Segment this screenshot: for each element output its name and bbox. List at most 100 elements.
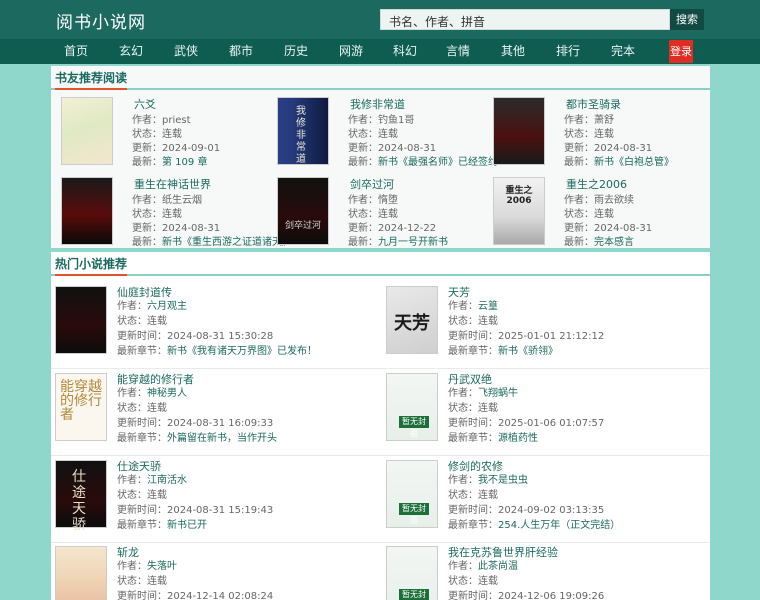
nav-item-lishi[interactable]: 历史 bbox=[276, 39, 316, 64]
login-button[interactable]: 登录 bbox=[669, 40, 693, 63]
updated-label: 更新时间： bbox=[117, 331, 167, 342]
status-value: 连载 bbox=[478, 403, 498, 414]
recommend-heading: 书友推荐阅读 bbox=[51, 66, 710, 90]
latest-label: 最新章节： bbox=[117, 346, 167, 357]
no-cover-label: 暂无封面 bbox=[399, 589, 429, 600]
nav-item-xuanhuan[interactable]: 玄幻 bbox=[111, 39, 151, 64]
latest-label: 最新： bbox=[132, 237, 162, 248]
latest-label: 最新： bbox=[564, 237, 594, 248]
book-cover[interactable] bbox=[61, 97, 113, 165]
book-cover[interactable] bbox=[61, 177, 113, 245]
book-author: 作者：江南活水 bbox=[117, 471, 187, 486]
latest-chapter-link[interactable]: 完本感言 bbox=[594, 237, 634, 248]
cover-title-text: 能穿越的修行者 bbox=[60, 379, 102, 423]
latest-chapter-link[interactable]: 九月一号开新书 bbox=[378, 237, 448, 248]
author-link[interactable]: 神秘男人 bbox=[147, 388, 187, 399]
author-label: 作者： bbox=[117, 475, 147, 486]
nav-item-dushi[interactable]: 都市 bbox=[221, 39, 261, 64]
latest-chapter-link[interactable]: 254.人生万年（正文完结） bbox=[498, 520, 620, 531]
site-logo[interactable]: 阅书小说网 bbox=[56, 8, 146, 33]
book-status: 状态：连载 bbox=[448, 312, 498, 327]
book-updated: 更新时间：2024-09-02 03:13:35 bbox=[448, 501, 604, 516]
book-latest: 最新：新书《最强名师》已经签约 bbox=[348, 153, 498, 168]
latest-label: 最新： bbox=[132, 157, 162, 168]
book-cover[interactable]: 我修非常道 bbox=[277, 97, 329, 165]
book-status: 状态：连载 bbox=[448, 572, 498, 587]
nav-item-paihang[interactable]: 排行 bbox=[548, 39, 588, 64]
nav-item-qita[interactable]: 其他 bbox=[493, 39, 533, 64]
book-cover[interactable]: 剑卒过河 bbox=[277, 177, 329, 245]
updated-value: 2024-12-06 19:09:26 bbox=[498, 591, 605, 600]
author-link[interactable]: 六月观主 bbox=[147, 301, 187, 312]
book-cover[interactable]: 重生之2006 bbox=[493, 177, 545, 245]
latest-chapter-link[interactable]: 源植药性 bbox=[498, 433, 538, 444]
book-title[interactable]: 我修非常道 bbox=[350, 96, 405, 112]
status-value: 连载 bbox=[147, 316, 167, 327]
author-label: 作者： bbox=[448, 388, 478, 399]
status-label: 状态： bbox=[117, 403, 147, 414]
book-cover[interactable]: 仕途天骄 bbox=[55, 460, 107, 533]
nav-item-wangyou[interactable]: 网游 bbox=[331, 39, 371, 64]
search-button[interactable]: 搜索 bbox=[670, 9, 704, 30]
book-cover[interactable]: 暂无封面 bbox=[386, 373, 438, 441]
book-title[interactable]: 重生之2006 bbox=[566, 176, 627, 192]
author-link[interactable]: 失落叶 bbox=[147, 561, 177, 572]
nav-item-kehuan[interactable]: 科幻 bbox=[385, 39, 425, 64]
book-latest: 最新章节：254.人生万年（正文完结） bbox=[448, 516, 620, 531]
book-title[interactable]: 重生在神话世界 bbox=[134, 176, 211, 192]
updated-value: 2024-08-31 16:09:33 bbox=[167, 418, 274, 429]
nav-item-yanqing[interactable]: 言情 bbox=[438, 39, 478, 64]
hot-book-card: 仕途天骄 仕途天骄 作者：江南活水 状态：连载 更新时间：2024-08-31 … bbox=[51, 458, 371, 544]
cover-title-text: 我修非常道 bbox=[296, 106, 306, 165]
book-cover[interactable] bbox=[55, 546, 107, 600]
book-title[interactable]: 六爻 bbox=[134, 96, 156, 112]
book-cover[interactable]: 暂无封面 bbox=[386, 546, 438, 600]
status-value: 连载 bbox=[478, 490, 498, 501]
latest-chapter-link[interactable]: 新书《我有诸天万界图》已发布！ bbox=[167, 346, 317, 357]
book-title[interactable]: 剑卒过河 bbox=[350, 176, 394, 192]
latest-chapter-link[interactable]: 新书《白袍总管》 bbox=[594, 157, 674, 168]
author-link[interactable]: 飞翔蜗牛 bbox=[478, 388, 518, 399]
book-author: 作者：萧舒 bbox=[564, 111, 614, 126]
book-title[interactable]: 都市圣骑录 bbox=[566, 96, 621, 112]
latest-chapter-link[interactable]: 新书《最强名师》已经签约 bbox=[378, 157, 498, 168]
search-input[interactable]: 书名、作者、拼音 bbox=[380, 9, 670, 30]
nav-item-wanben[interactable]: 完本 bbox=[603, 39, 643, 64]
status-label: 状态： bbox=[117, 316, 147, 327]
book-cover[interactable] bbox=[493, 97, 545, 165]
author-label: 作者： bbox=[448, 475, 478, 486]
author-label: 作者： bbox=[448, 301, 478, 312]
latest-chapter-link[interactable]: 新书《骄翎》 bbox=[498, 346, 558, 357]
hot-heading: 热门小说推荐 bbox=[51, 252, 710, 276]
latest-label: 最新章节： bbox=[448, 520, 498, 531]
author-link[interactable]: 江南活水 bbox=[147, 475, 187, 486]
book-author: 作者：雨去欲续 bbox=[564, 191, 634, 206]
latest-chapter-link[interactable]: 新书已开 bbox=[167, 520, 207, 531]
book-cover[interactable] bbox=[55, 286, 107, 354]
updated-label: 更新时间： bbox=[117, 418, 167, 429]
hot-heading-text: 热门小说推荐 bbox=[55, 257, 128, 276]
book-author: 作者：纸生云烟 bbox=[132, 191, 202, 206]
recommend-book-card: 重生之2006 重生之2006 作者：雨去欲续 状态：连载 更新：2024-08… bbox=[483, 174, 693, 250]
status-value: 连载 bbox=[147, 490, 167, 501]
author-link[interactable]: 此茶尚温 bbox=[478, 561, 518, 572]
author-link[interactable]: 云篁 bbox=[478, 301, 498, 312]
status-label: 状态： bbox=[448, 576, 478, 587]
hot-book-card: 暂无封面 修剑的农修 作者：我不是虫虫 状态：连载 更新时间：2024-09-0… bbox=[382, 458, 702, 544]
book-cover[interactable]: 能穿越的修行者 bbox=[55, 373, 107, 441]
latest-chapter-link[interactable]: 第 109 章 bbox=[162, 157, 207, 168]
book-cover[interactable]: 天芳 bbox=[386, 286, 438, 354]
hot-book-card: 斩龙 作者：失落叶 状态：连载 更新时间：2024-12-14 02:08:24 bbox=[51, 544, 371, 600]
status-value: 连载 bbox=[147, 576, 167, 587]
cover-title-text: 重生之2006 bbox=[505, 186, 533, 206]
updated-label: 更新时间： bbox=[448, 505, 498, 516]
book-author: 作者：我不是虫虫 bbox=[448, 471, 528, 486]
nav-item-wuxia[interactable]: 武侠 bbox=[166, 39, 206, 64]
book-latest: 最新章节：外篇留在新书，当作开头 bbox=[117, 429, 277, 444]
latest-chapter-link[interactable]: 外篇留在新书，当作开头 bbox=[167, 433, 277, 444]
author-link[interactable]: 我不是虫虫 bbox=[478, 475, 528, 486]
book-cover[interactable]: 暂无封面 bbox=[386, 460, 438, 528]
nav-item-home[interactable]: 首页 bbox=[56, 39, 96, 64]
updated-value: 2025-01-06 01:07:57 bbox=[498, 418, 605, 429]
book-updated: 更新时间：2024-08-31 16:09:33 bbox=[117, 414, 273, 429]
